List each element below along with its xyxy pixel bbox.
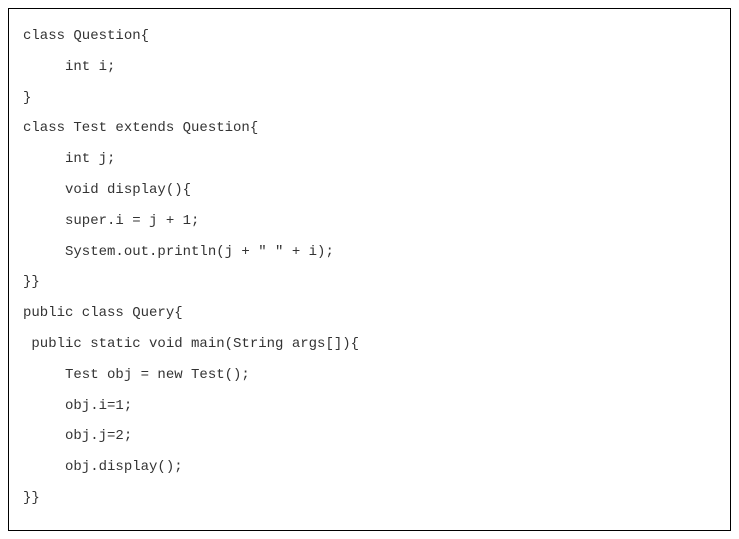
code-line: }} — [23, 483, 716, 514]
code-line: } — [23, 83, 716, 114]
code-line: void display(){ — [23, 175, 716, 206]
code-line: obj.j=2; — [23, 421, 716, 452]
code-line: obj.i=1; — [23, 391, 716, 422]
code-line: class Question{ — [23, 21, 716, 52]
code-line: super.i = j + 1; — [23, 206, 716, 237]
code-line: obj.display(); — [23, 452, 716, 483]
code-line: class Test extends Question{ — [23, 113, 716, 144]
code-line: }} — [23, 267, 716, 298]
code-block: class Question{ int i; } class Test exte… — [8, 8, 731, 531]
code-line: Test obj = new Test(); — [23, 360, 716, 391]
code-line: public class Query{ — [23, 298, 716, 329]
code-line: int i; — [23, 52, 716, 83]
code-line: int j; — [23, 144, 716, 175]
code-line: public static void main(String args[]){ — [23, 329, 716, 360]
code-line: System.out.println(j + " " + i); — [23, 237, 716, 268]
